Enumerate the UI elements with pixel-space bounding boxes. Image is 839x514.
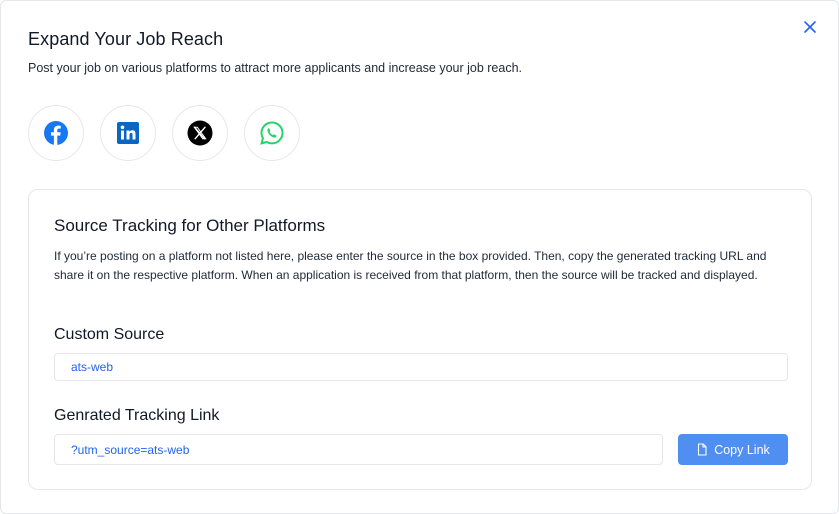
source-tracking-description: If you’re posting on a platform not list…	[54, 249, 767, 282]
x-icon	[187, 120, 213, 146]
copy-link-button[interactable]: Copy Link	[678, 434, 788, 465]
modal-subtitle: Post your job on various platforms to at…	[28, 61, 523, 75]
source-tracking-title: Source Tracking for Other Platforms	[54, 216, 326, 235]
expand-job-reach-modal: Expand Your Job Reach Post your job on v…	[0, 0, 839, 514]
tracking-link-label: Genrated Tracking Link	[54, 407, 220, 424]
source-tracking-card: Source Tracking for Other Platforms If y…	[28, 189, 812, 490]
share-linkedin-button[interactable]	[100, 105, 156, 161]
custom-source-input[interactable]	[54, 353, 788, 381]
custom-source-label: Custom Source	[54, 326, 165, 343]
facebook-icon	[44, 121, 68, 145]
linkedin-icon	[117, 122, 139, 144]
close-button[interactable]	[800, 17, 820, 37]
share-facebook-button[interactable]	[28, 105, 84, 161]
share-x-button[interactable]	[172, 105, 228, 161]
modal-title: Expand Your Job Reach	[28, 29, 224, 49]
close-icon	[804, 21, 816, 33]
copy-icon	[698, 443, 707, 456]
whatsapp-icon	[260, 121, 284, 145]
share-whatsapp-button[interactable]	[244, 105, 300, 161]
tracking-link-field[interactable]	[54, 434, 663, 465]
copy-link-label: Copy Link	[714, 442, 770, 457]
social-share-row	[28, 105, 300, 161]
